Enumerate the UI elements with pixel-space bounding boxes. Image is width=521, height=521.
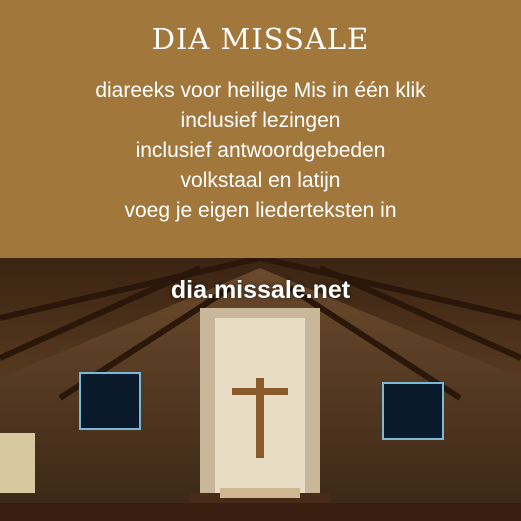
screen-right xyxy=(382,382,444,440)
website-url: dia.missale.net xyxy=(170,276,351,304)
brand-title: DIA MISSALE xyxy=(151,22,370,56)
feature-item: volkstaal en latijn xyxy=(180,169,341,192)
screen-left xyxy=(79,372,141,430)
feature-item: diareeks voor heilige Mis in één klik xyxy=(95,79,426,102)
header-panel: DIA MISSALE diareeks voor heilige Mis in… xyxy=(0,0,521,258)
feature-list: diareeks voor heilige Mis in één klik in… xyxy=(0,76,521,226)
feature-item: voeg je eigen liederteksten in xyxy=(124,199,397,222)
feature-item: inclusief lezingen xyxy=(180,109,341,132)
feature-item: inclusief antwoordgebeden xyxy=(135,139,386,162)
